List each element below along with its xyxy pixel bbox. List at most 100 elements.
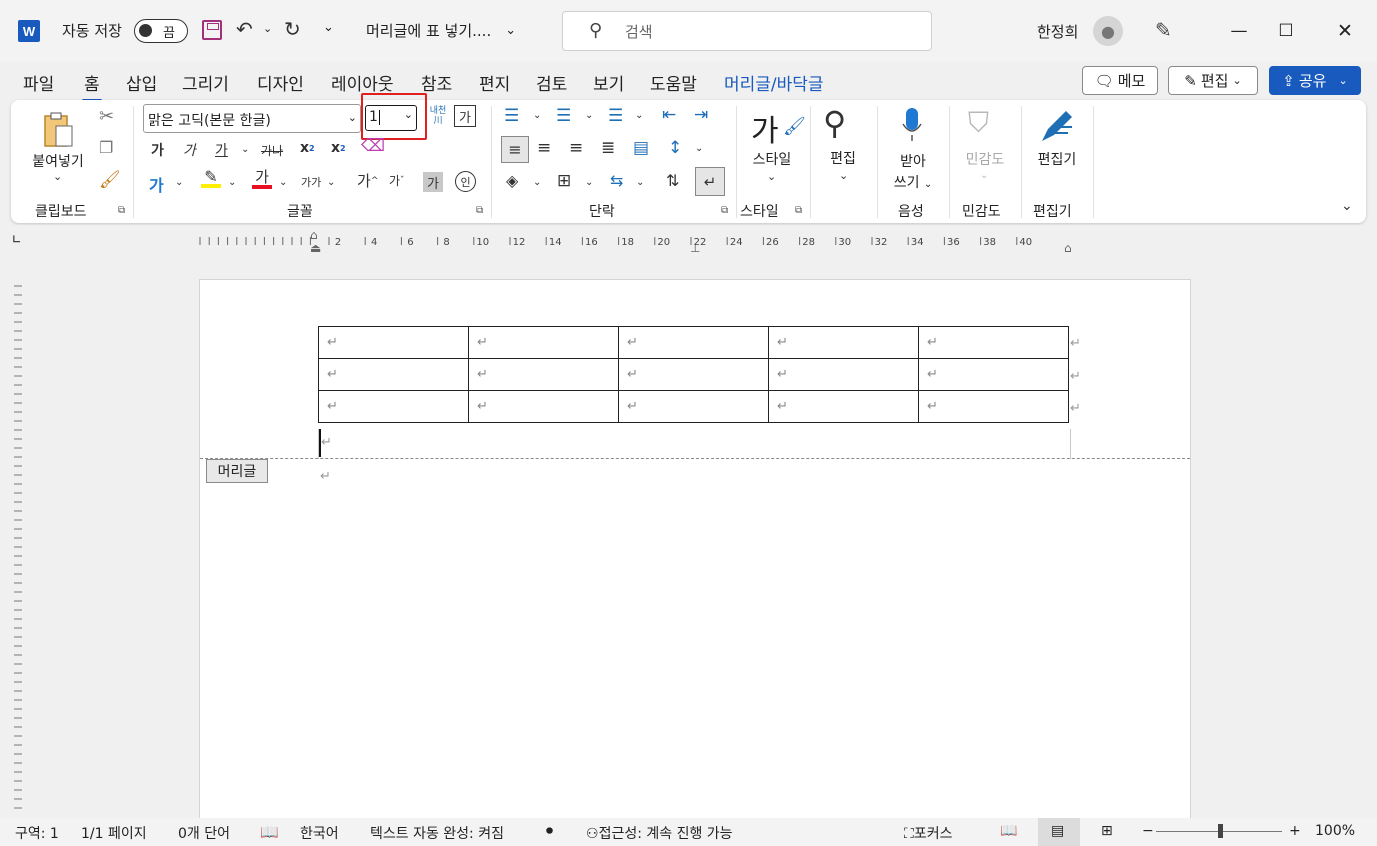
table-cell[interactable]: ↵: [618, 326, 769, 359]
numbering-dropdown-icon[interactable]: ⌄: [585, 110, 593, 121]
grow-font-button[interactable]: 가 ^: [357, 170, 378, 191]
distributed-icon[interactable]: ▤: [633, 138, 649, 158]
cut-icon[interactable]: ✂: [99, 106, 114, 127]
clear-formatting-icon[interactable]: ⌫: [361, 136, 385, 156]
format-painter-icon[interactable]: 🖌: [99, 170, 121, 190]
text-direction-dropdown-icon[interactable]: ⌄: [636, 177, 644, 188]
dictate-icon[interactable]: [899, 105, 925, 145]
shading-dropdown-icon[interactable]: ⌄: [533, 177, 541, 188]
increase-indent-icon[interactable]: ⇥: [694, 105, 708, 125]
table-cell[interactable]: ↵: [618, 390, 769, 423]
sort-icon[interactable]: ⇅: [666, 171, 679, 190]
multilevel-dropdown-icon[interactable]: ⌄: [635, 110, 643, 121]
underline-button[interactable]: 가: [215, 140, 228, 160]
italic-button[interactable]: 가: [183, 140, 196, 160]
word-count[interactable]: 0개 단어: [178, 823, 230, 843]
zoom-slider-thumb[interactable]: [1218, 824, 1223, 838]
styles-dropdown-icon[interactable]: ⌄: [767, 170, 776, 183]
page-indicator[interactable]: 1/1 페이지: [81, 823, 147, 843]
paragraph-launcher-icon[interactable]: ⧉: [721, 205, 728, 216]
header-paragraph[interactable]: ↵: [318, 429, 1071, 459]
font-launcher-icon[interactable]: ⧉: [476, 205, 483, 216]
tab-file[interactable]: 파일: [23, 70, 54, 95]
tab-help[interactable]: 도움말: [650, 70, 697, 95]
tab-review[interactable]: 검토: [536, 70, 567, 95]
paste-dropdown-icon[interactable]: ⌄: [53, 170, 62, 183]
editing-dropdown-icon[interactable]: ⌄: [839, 169, 848, 182]
table-cell[interactable]: ↵: [768, 358, 919, 391]
table-cell[interactable]: ↵: [768, 390, 919, 423]
highlight-dropdown-icon[interactable]: ⌄: [228, 177, 236, 188]
find-magnifier-icon[interactable]: ⚲: [823, 104, 846, 142]
language-indicator[interactable]: 한국어: [300, 823, 339, 843]
table-cell[interactable]: ↵: [468, 358, 619, 391]
subscript-button[interactable]: x2: [300, 140, 315, 156]
table-cell[interactable]: ↵: [768, 326, 919, 359]
bullets-icon[interactable]: ☰: [504, 106, 519, 126]
table-cell[interactable]: ↵: [918, 390, 1069, 423]
highlight-color-button[interactable]: ✎: [201, 169, 221, 188]
align-left-icon[interactable]: ≡: [501, 136, 529, 163]
tab-layout[interactable]: 레이아웃: [331, 70, 394, 95]
font-name-combo[interactable]: 맑은 고딕(본문 한글) ⌄: [143, 104, 361, 133]
tab-header-footer[interactable]: 머리글/바닥글: [724, 70, 824, 95]
tab-mailings[interactable]: 편지: [479, 70, 510, 95]
character-border-button[interactable]: 가: [454, 105, 476, 127]
web-layout-icon[interactable]: ⊞: [1101, 823, 1113, 839]
borders-dropdown-icon[interactable]: ⌄: [585, 177, 593, 188]
editor-button[interactable]: [1035, 106, 1077, 146]
bold-button[interactable]: 가: [151, 140, 164, 160]
autosave-toggle[interactable]: 끔: [134, 19, 188, 43]
undo-dropdown-icon[interactable]: ⌄: [263, 22, 272, 35]
bullets-dropdown-icon[interactable]: ⌄: [533, 110, 541, 121]
header-table[interactable]: ↵ ↵ ↵ ↵ ↵ ↵ ↵ ↵ ↵ ↵ ↵ ↵ ↵ ↵ ↵: [318, 326, 1069, 423]
focus-mode-button[interactable]: ⛶포커스: [904, 823, 952, 843]
tab-design[interactable]: 디자인: [257, 70, 304, 95]
clipboard-launcher-icon[interactable]: ⧉: [118, 205, 125, 216]
document-title[interactable]: 머리글에 표 넣기.... ⌄: [366, 20, 516, 41]
text-effects-dropdown-icon[interactable]: ⌄: [175, 177, 183, 188]
accessibility-status[interactable]: ⚇접근성: 계속 진행 가능: [586, 823, 733, 843]
zoom-in-button[interactable]: +: [1289, 823, 1301, 839]
pen-icon[interactable]: ✎: [1155, 18, 1172, 42]
print-layout-icon[interactable]: ▤: [1051, 823, 1064, 839]
multilevel-list-icon[interactable]: ☰: [608, 106, 623, 126]
text-effects-button[interactable]: 가: [149, 172, 164, 196]
shading-icon[interactable]: ◈: [506, 171, 518, 190]
tab-references[interactable]: 참조: [421, 70, 452, 95]
align-right-icon[interactable]: ≡: [569, 138, 583, 158]
justify-icon[interactable]: ≣: [601, 138, 615, 158]
undo-icon[interactable]: ↶: [236, 17, 253, 41]
tab-insert[interactable]: 삽입: [126, 70, 157, 95]
character-shading-button[interactable]: 가: [423, 172, 443, 192]
strikethrough-button[interactable]: 가나: [261, 142, 283, 159]
body-paragraph-mark[interactable]: ↵: [320, 469, 331, 484]
ribbon-collapse-icon[interactable]: ⌄: [1341, 198, 1353, 214]
shrink-font-button[interactable]: 가ˇ: [389, 172, 405, 189]
line-spacing-icon[interactable]: ↕: [668, 138, 682, 158]
table-cell[interactable]: ↵: [468, 390, 619, 423]
paste-button[interactable]: [39, 108, 79, 152]
align-center-icon[interactable]: ≡: [537, 138, 551, 158]
borders-icon[interactable]: ⊞: [557, 171, 571, 191]
table-cell[interactable]: ↵: [318, 390, 469, 423]
superscript-button[interactable]: x2: [331, 140, 346, 156]
text-prediction-status[interactable]: 텍스트 자동 완성: 켜짐: [370, 823, 504, 843]
zoom-out-button[interactable]: −: [1142, 823, 1154, 839]
tab-draw[interactable]: 그리기: [182, 70, 229, 95]
tab-home[interactable]: 홈: [82, 70, 102, 102]
read-mode-icon[interactable]: 📖: [1000, 823, 1017, 839]
text-direction-icon[interactable]: ⇆: [610, 171, 623, 190]
share-button[interactable]: ⇪ 공유 ⌄: [1269, 66, 1361, 95]
styles-icon[interactable]: 가: [751, 106, 779, 150]
minimize-icon[interactable]: —: [1216, 14, 1262, 48]
maximize-icon[interactable]: ☐: [1263, 14, 1309, 48]
phonetic-guide-button[interactable]: 내천 川: [427, 104, 449, 128]
numbering-icon[interactable]: ☰: [556, 106, 571, 126]
line-spacing-dropdown-icon[interactable]: ⌄: [695, 143, 703, 154]
table-cell[interactable]: ↵: [468, 326, 619, 359]
editing-mode-button[interactable]: ✎ 편집 ⌄: [1168, 66, 1258, 95]
comments-button[interactable]: 🗨 메모: [1082, 66, 1158, 95]
section-indicator[interactable]: 구역: 1: [15, 823, 59, 843]
user-name[interactable]: 한정희: [1037, 21, 1078, 42]
